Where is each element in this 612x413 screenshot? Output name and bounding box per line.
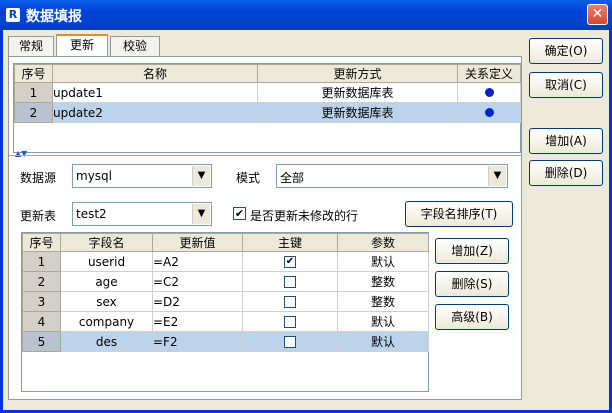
row-key[interactable]: ✔ bbox=[242, 251, 338, 272]
tab-validate[interactable]: 校验 bbox=[110, 36, 160, 56]
update-panel: 序号 名称 更新方式 关系定义 1 update1 更新数据库表 2 updat… bbox=[8, 56, 522, 400]
title-bar[interactable]: R 数据填报 ✕ bbox=[0, 0, 612, 30]
primary-key-checkbox[interactable] bbox=[284, 296, 296, 308]
header-mode: 更新方式 bbox=[257, 64, 458, 83]
header-num: 序号 bbox=[22, 233, 61, 252]
table-row[interactable]: 1 userid =A2 ✔ 默认 bbox=[22, 251, 429, 272]
close-button[interactable]: ✕ bbox=[587, 4, 608, 25]
row-num: 5 bbox=[22, 331, 61, 352]
splitter-line bbox=[9, 155, 521, 156]
primary-key-checkbox[interactable]: ✔ bbox=[284, 256, 296, 268]
row-value[interactable]: =A2 bbox=[152, 251, 243, 272]
row-key[interactable] bbox=[242, 311, 338, 332]
mode-value: 全部 bbox=[280, 171, 305, 185]
window-title: 数据填报 bbox=[26, 9, 82, 25]
row-value[interactable]: =D2 bbox=[152, 291, 243, 312]
row-num: 4 bbox=[22, 311, 61, 332]
table-row[interactable]: 2 update2 更新数据库表 bbox=[14, 102, 521, 123]
dialog-window: R 数据填报 ✕ 常规 更新 校验 序号 名称 更新方式 关系定义 1 upda… bbox=[0, 0, 612, 413]
row-value[interactable]: =F2 bbox=[152, 331, 243, 352]
table-row[interactable]: 5 des =F2 默认 bbox=[22, 331, 429, 352]
row-key[interactable] bbox=[242, 271, 338, 292]
row-field[interactable]: age bbox=[60, 271, 153, 292]
table-value: test2 bbox=[76, 207, 107, 221]
table-row[interactable]: 3 sex =D2 整数 bbox=[22, 291, 429, 312]
row-field[interactable]: sex bbox=[60, 291, 153, 312]
chevron-down-icon[interactable]: ▼ bbox=[488, 166, 506, 186]
row-param[interactable]: 默认 bbox=[337, 311, 429, 332]
row-num: 1 bbox=[14, 82, 53, 103]
tab-general[interactable]: 常规 bbox=[8, 36, 54, 56]
primary-key-checkbox[interactable] bbox=[284, 336, 296, 348]
row-value[interactable]: =C2 bbox=[152, 271, 243, 292]
tab-update[interactable]: 更新 bbox=[56, 34, 108, 57]
chevron-down-icon[interactable]: ▼ bbox=[192, 166, 210, 186]
row-param[interactable]: 默认 bbox=[337, 331, 429, 352]
header-field: 字段名 bbox=[60, 233, 153, 252]
header-name: 名称 bbox=[52, 64, 258, 83]
header-value: 更新值 bbox=[152, 233, 243, 252]
table-row[interactable]: 4 company =E2 默认 bbox=[22, 311, 429, 332]
row-value[interactable]: =E2 bbox=[152, 311, 243, 332]
update-unchanged-label: 是否更新未修改的行 bbox=[250, 209, 359, 223]
row-num: 3 bbox=[22, 291, 61, 312]
advanced-button[interactable]: 高级(B) bbox=[435, 304, 509, 330]
row-key[interactable] bbox=[242, 291, 338, 312]
primary-key-checkbox[interactable] bbox=[284, 276, 296, 288]
table-select[interactable]: test2 ▼ bbox=[72, 202, 212, 226]
relation-cell[interactable] bbox=[457, 82, 521, 103]
header-param: 参数 bbox=[337, 233, 429, 252]
row-field[interactable]: des bbox=[60, 331, 153, 352]
app-logo-icon: R bbox=[6, 8, 20, 22]
row-param[interactable]: 默认 bbox=[337, 251, 429, 272]
row-num: 2 bbox=[22, 271, 61, 292]
field-add-button[interactable]: 增加(Z) bbox=[435, 238, 509, 264]
datasource-select[interactable]: mysql ▼ bbox=[72, 164, 212, 188]
splitter-arrows-icon[interactable]: ▲▼ bbox=[15, 149, 27, 158]
table-row[interactable]: 2 age =C2 整数 bbox=[22, 271, 429, 292]
row-mode[interactable]: 更新数据库表 bbox=[257, 82, 458, 103]
primary-key-checkbox[interactable] bbox=[284, 316, 296, 328]
update-unchanged-checkbox[interactable]: ✔ bbox=[233, 207, 246, 220]
row-param[interactable]: 整数 bbox=[337, 291, 429, 312]
table-label: 更新表 bbox=[20, 209, 57, 223]
mode-select[interactable]: 全部 ▼ bbox=[276, 164, 508, 188]
row-param[interactable]: 整数 bbox=[337, 271, 429, 292]
field-table-header: 序号 字段名 更新值 主键 参数 bbox=[22, 233, 429, 252]
cancel-button[interactable]: 取消(C) bbox=[529, 72, 603, 98]
relation-cell[interactable] bbox=[457, 102, 521, 123]
datasource-label: 数据源 bbox=[20, 171, 57, 185]
row-field[interactable]: userid bbox=[60, 251, 153, 272]
relation-dot-icon bbox=[484, 87, 494, 97]
header-num: 序号 bbox=[14, 64, 53, 83]
mode-label: 模式 bbox=[236, 171, 261, 185]
field-delete-button[interactable]: 删除(S) bbox=[435, 271, 509, 297]
header-key: 主键 bbox=[242, 233, 338, 252]
row-field[interactable]: company bbox=[60, 311, 153, 332]
header-relation: 关系定义 bbox=[457, 64, 521, 83]
row-num: 2 bbox=[14, 102, 53, 123]
row-mode[interactable]: 更新数据库表 bbox=[257, 102, 458, 123]
field-table: 序号 字段名 更新值 主键 参数 1 userid =A2 ✔ 默认 2 age… bbox=[21, 232, 429, 392]
sort-fields-button[interactable]: 字段名排序(T) bbox=[405, 201, 513, 227]
row-name[interactable]: update1 bbox=[52, 82, 258, 103]
update-table-header: 序号 名称 更新方式 关系定义 bbox=[14, 64, 521, 83]
table-row[interactable]: 1 update1 更新数据库表 bbox=[14, 82, 521, 103]
update-table: 序号 名称 更新方式 关系定义 1 update1 更新数据库表 2 updat… bbox=[13, 63, 521, 153]
ok-button[interactable]: 确定(O) bbox=[529, 38, 603, 64]
chevron-down-icon[interactable]: ▼ bbox=[192, 204, 210, 224]
add-update-button[interactable]: 增加(A) bbox=[529, 128, 603, 154]
delete-update-button[interactable]: 删除(D) bbox=[529, 160, 603, 186]
datasource-value: mysql bbox=[76, 169, 112, 183]
relation-dot-icon bbox=[484, 107, 494, 117]
row-name[interactable]: update2 bbox=[52, 102, 258, 123]
row-key[interactable] bbox=[242, 331, 338, 352]
row-num: 1 bbox=[22, 251, 61, 272]
